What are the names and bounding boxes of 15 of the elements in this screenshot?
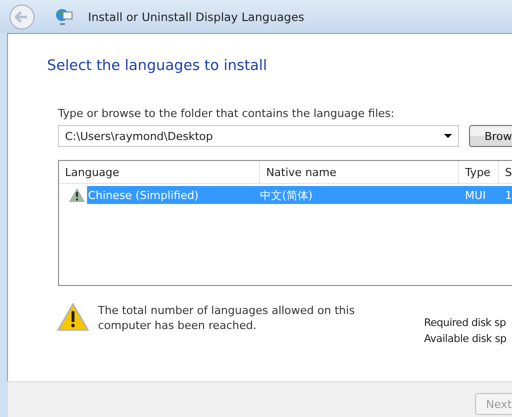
column-header[interactable]: S xyxy=(499,161,512,183)
window-title: Install or Uninstall Display Languages xyxy=(88,10,304,24)
warning-message: The total number of languages allowed on this computer has been reached. xyxy=(98,303,356,334)
folder-combo-field[interactable]: C:\Users\raymond\Desktop xyxy=(58,125,460,147)
column-header[interactable]: Native name xyxy=(260,161,460,183)
disk-space-label: Required disk sp xyxy=(424,316,506,331)
page-heading: Select the languages to install xyxy=(47,58,268,76)
disk-space-label: Available disk sp xyxy=(424,332,506,347)
column-header[interactable]: Language xyxy=(59,161,260,183)
column-header[interactable]: Type xyxy=(459,161,500,183)
folder-label: Type or browse to the folder that contains the language files: xyxy=(58,107,396,120)
dropdown-caret-icon[interactable] xyxy=(444,134,452,138)
warning-icon xyxy=(57,303,89,331)
browse-button[interactable]: Brow xyxy=(469,125,512,147)
globe-icon xyxy=(55,6,73,26)
